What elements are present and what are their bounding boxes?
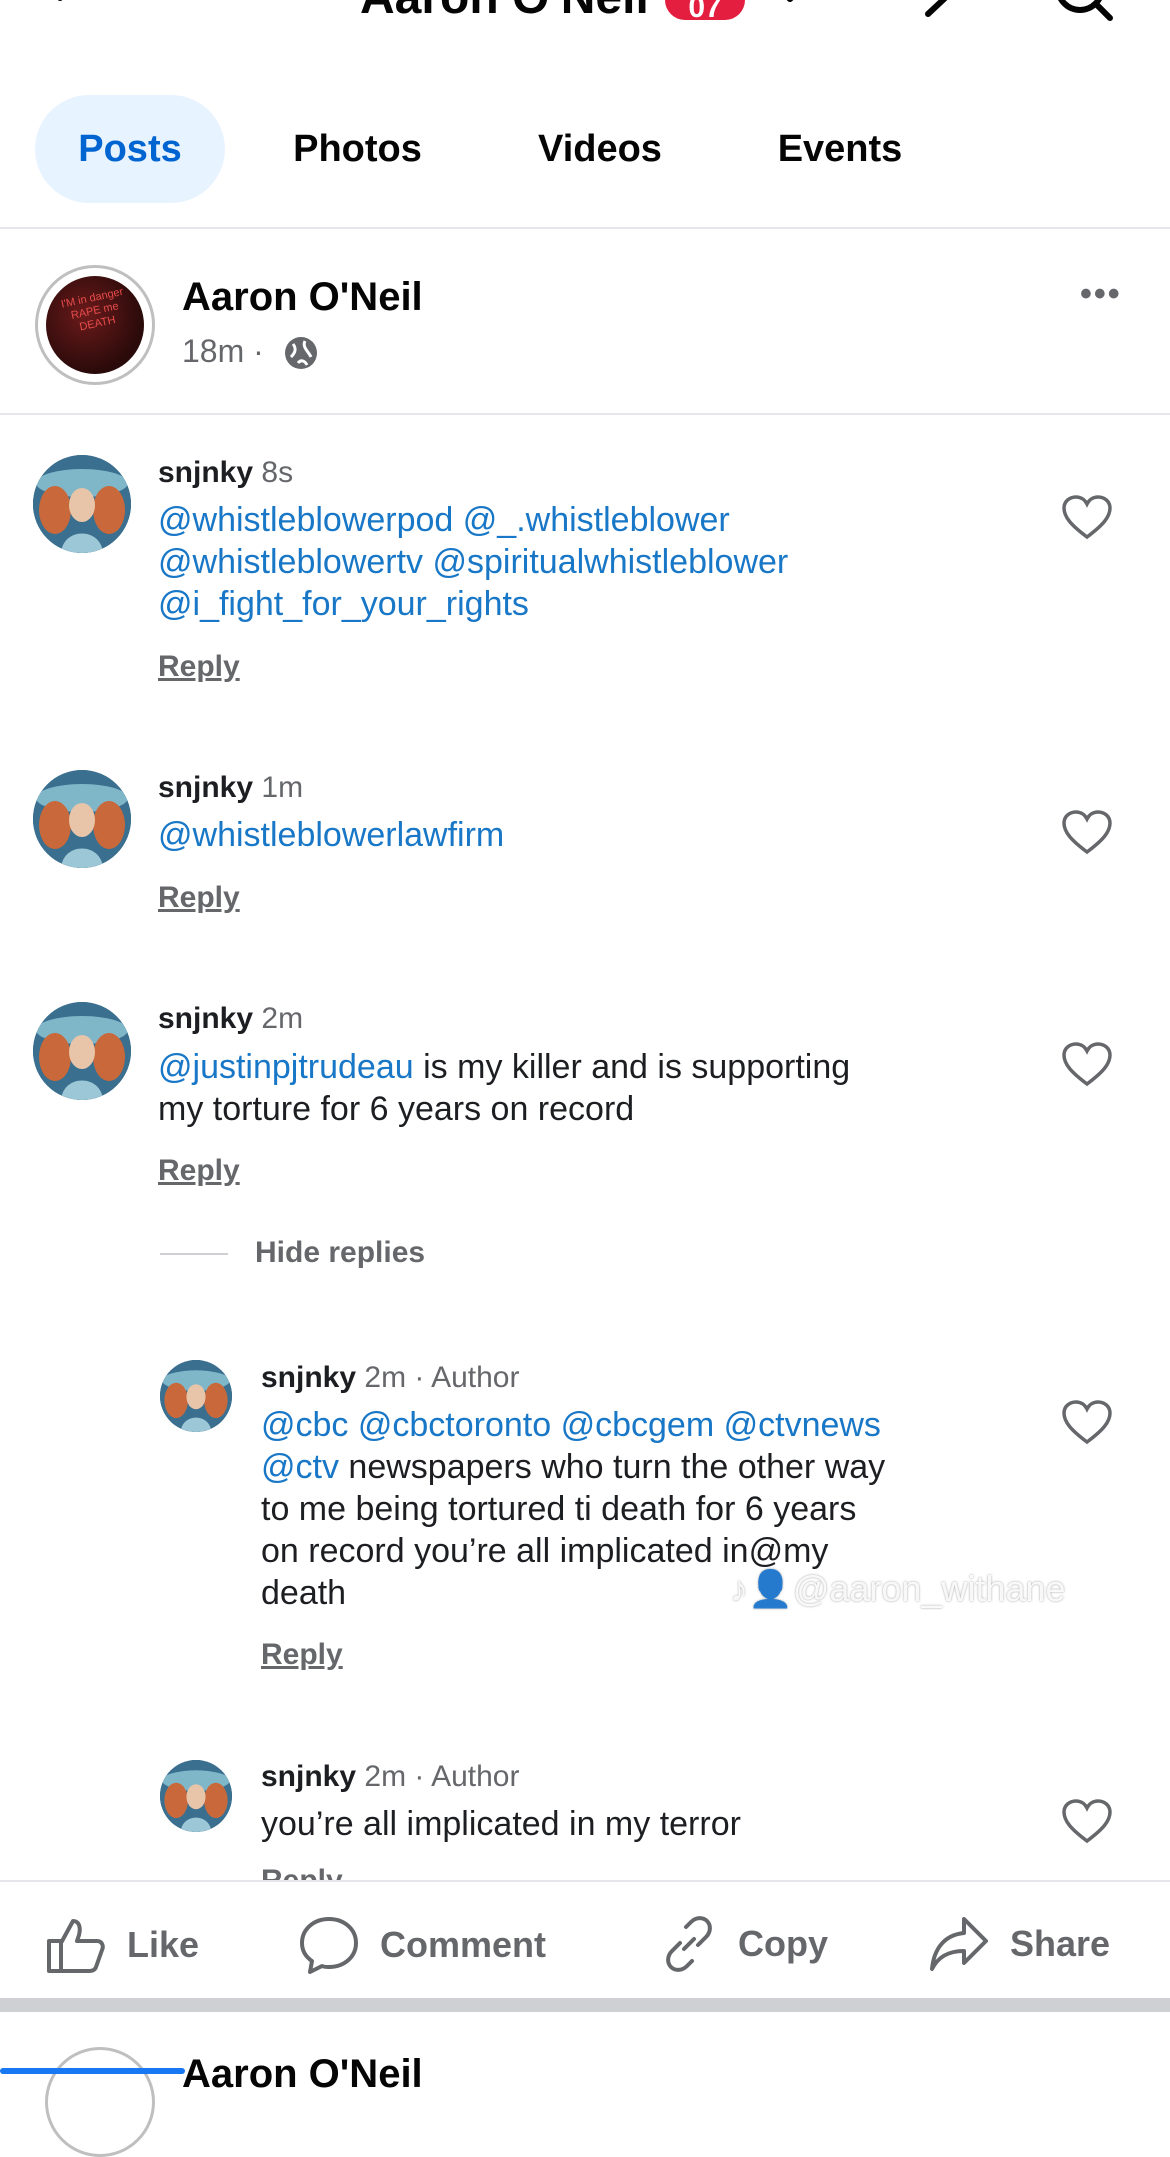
tiktok-watermark: ♪👤@aaron_withane — [730, 1568, 1066, 1610]
comment-username-text[interactable]: snjnky — [158, 456, 253, 489]
copy-label[interactable]: Copy — [738, 1923, 828, 1964]
tab-photos[interactable]: Photos — [270, 95, 445, 203]
comment-body: @whistleblowerpod @_.whistleblower @whis… — [158, 499, 788, 625]
mention-link[interactable]: @whistleblowertv @spiritualwhistleblower — [158, 541, 788, 583]
heart-icon[interactable] — [1061, 810, 1113, 856]
tab-events[interactable]: Events — [755, 95, 925, 203]
comment-time: 8s — [261, 456, 294, 489]
reply-username[interactable]: snjnky 2m · Author — [261, 1361, 519, 1395]
commenter-avatar[interactable] — [160, 1760, 232, 1832]
comment-text: is my killer and is supporting — [413, 1048, 851, 1086]
reply-line: @ctv newspapers who turn the other way — [261, 1446, 1021, 1488]
link-icon — [666, 1916, 712, 1972]
reply-meta: 2m · Author — [364, 1760, 520, 1793]
search-icon[interactable] — [1050, 0, 1120, 30]
tab-posts[interactable]: Posts — [35, 95, 225, 203]
next-post-avatar[interactable] — [45, 2047, 155, 2157]
watermark-text: @aaron_withane — [792, 1568, 1066, 1609]
reply-username-text[interactable]: snjnky — [261, 1361, 356, 1394]
share-button[interactable]: Share — [928, 1915, 1110, 1973]
mention-link[interactable]: @i_fight_for_your_rights — [158, 583, 788, 625]
hide-replies-line — [160, 1253, 228, 1255]
comment-body: @justinpjtrudeau is my killer and is sup… — [158, 1046, 1018, 1130]
more-options-icon[interactable]: ••• — [1080, 275, 1122, 314]
reply-line: to me being tortured ti death for 6 year… — [261, 1490, 857, 1528]
notification-badge: 07 — [665, 0, 745, 20]
tiktok-icon: ♪👤 — [730, 1568, 793, 1609]
comment-time: 1m — [261, 771, 304, 804]
comment-username[interactable]: snjnky 8s — [158, 456, 293, 490]
reply-meta: 2m · Author — [364, 1361, 520, 1394]
comment-username[interactable]: snjnky 2m — [158, 1002, 303, 1036]
post-timestamp: 18m · — [182, 333, 264, 369]
reply-button[interactable]: Reply — [158, 650, 240, 684]
comment-label[interactable]: Comment — [380, 1924, 546, 1965]
commenter-avatar[interactable] — [160, 1360, 232, 1432]
edit-icon[interactable] — [920, 0, 970, 25]
tabs-divider — [0, 227, 1170, 229]
reply-button[interactable]: Reply — [261, 1638, 343, 1672]
globe-icon — [285, 337, 317, 369]
post-header-divider — [0, 413, 1170, 415]
reply-line: on record you’re all implicated in@my — [261, 1532, 829, 1570]
like-button[interactable]: Like — [45, 1915, 199, 1975]
chevron-down-icon[interactable] — [775, 0, 805, 15]
post-separator — [0, 1998, 1170, 2012]
loading-progress-bar — [0, 2068, 185, 2074]
reply-username-text[interactable]: snjnky — [261, 1760, 356, 1793]
tab-videos[interactable]: Videos — [515, 95, 685, 203]
thumbs-up-icon — [47, 1919, 105, 1973]
comment-username-text[interactable]: snjnky — [158, 1002, 253, 1035]
share-icon — [930, 1917, 988, 1971]
commenter-avatar[interactable] — [33, 455, 131, 553]
post-author-name[interactable]: Aaron O'Neil — [182, 275, 423, 320]
mention-link[interactable]: @cbc @cbctoronto @cbcgem @ctvnews — [261, 1404, 1021, 1446]
reply-body: you’re all implicated in my terror — [261, 1805, 741, 1843]
next-post-author[interactable]: Aaron O'Neil — [182, 2052, 423, 2097]
comment-username[interactable]: snjnky 1m — [158, 771, 303, 805]
copy-button[interactable]: Copy — [660, 1915, 828, 1973]
mention-link[interactable]: @whistleblowerlawfirm — [158, 814, 504, 856]
comment-time: 2m — [261, 1002, 304, 1035]
commenter-avatar[interactable] — [33, 770, 131, 868]
share-label[interactable]: Share — [1010, 1923, 1110, 1964]
heart-icon[interactable] — [1061, 1042, 1113, 1088]
mention-link[interactable]: @justinpjtrudeau — [158, 1048, 414, 1086]
like-label[interactable]: Like — [127, 1924, 199, 1965]
hide-replies-button[interactable]: Hide replies — [255, 1236, 425, 1270]
reply-button[interactable]: Reply — [158, 881, 240, 915]
comment-username-text[interactable]: snjnky — [158, 771, 253, 804]
reply-button[interactable]: Reply — [158, 1154, 240, 1188]
comment-line: @justinpjtrudeau is my killer and is sup… — [158, 1046, 1018, 1088]
back-arrow-icon[interactable] — [50, 0, 90, 25]
reply-text: newspapers who turn the other way — [338, 1448, 886, 1486]
comment-button[interactable]: Comment — [298, 1915, 546, 1975]
comment-icon — [300, 1917, 358, 1974]
reply-username[interactable]: snjnky 2m · Author — [261, 1760, 519, 1794]
heart-icon[interactable] — [1061, 1400, 1113, 1446]
comment-line: my torture for 6 years on record — [158, 1090, 635, 1128]
header-title: Aaron O'Neil — [360, 0, 649, 25]
mention-link[interactable]: @ctv — [261, 1448, 339, 1486]
comment-body: @whistleblowerlawfirm — [158, 814, 504, 856]
heart-icon[interactable] — [1061, 495, 1113, 541]
heart-icon[interactable] — [1061, 1799, 1113, 1845]
mention-link[interactable]: @whistleblowerpod @_.whistleblower — [158, 499, 788, 541]
commenter-avatar[interactable] — [33, 1002, 131, 1100]
